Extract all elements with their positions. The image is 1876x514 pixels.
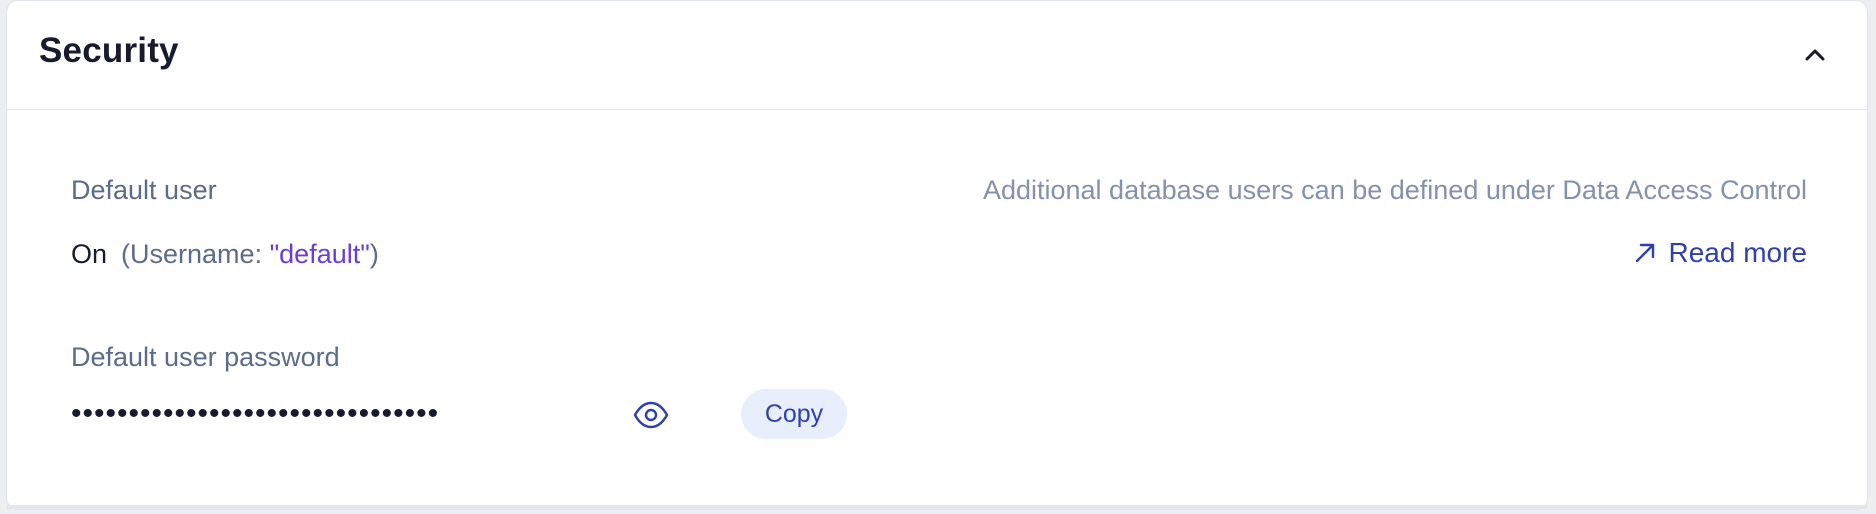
- chevron-up-icon[interactable]: [1801, 41, 1829, 69]
- additional-users-hint: Additional database users can be defined…: [982, 175, 1807, 205]
- default-user-status: On (Username: "default"): [71, 239, 379, 270]
- masked-password: ••••••••••••••••••••••••••••••••: [71, 397, 440, 430]
- default-user-state: On: [71, 239, 108, 269]
- username-prefix: (Username:: [121, 239, 270, 269]
- eye-icon[interactable]: [631, 395, 671, 435]
- username-suffix: ): [369, 239, 379, 269]
- password-label: Default user password: [71, 342, 340, 372]
- username-value: "default": [269, 239, 370, 269]
- read-more-link[interactable]: Read more: [1632, 237, 1807, 269]
- card-bottom-border: [7, 505, 1867, 509]
- read-more-label: Read more: [1668, 237, 1807, 268]
- arrow-up-right-icon: [1636, 243, 1655, 263]
- default-user-label: Default user: [71, 175, 217, 205]
- security-card-header[interactable]: Security: [7, 1, 1867, 110]
- security-card: Security Default user Additional databas…: [6, 0, 1868, 510]
- section-title: Security: [39, 31, 179, 70]
- copy-password-button[interactable]: Copy: [741, 389, 847, 439]
